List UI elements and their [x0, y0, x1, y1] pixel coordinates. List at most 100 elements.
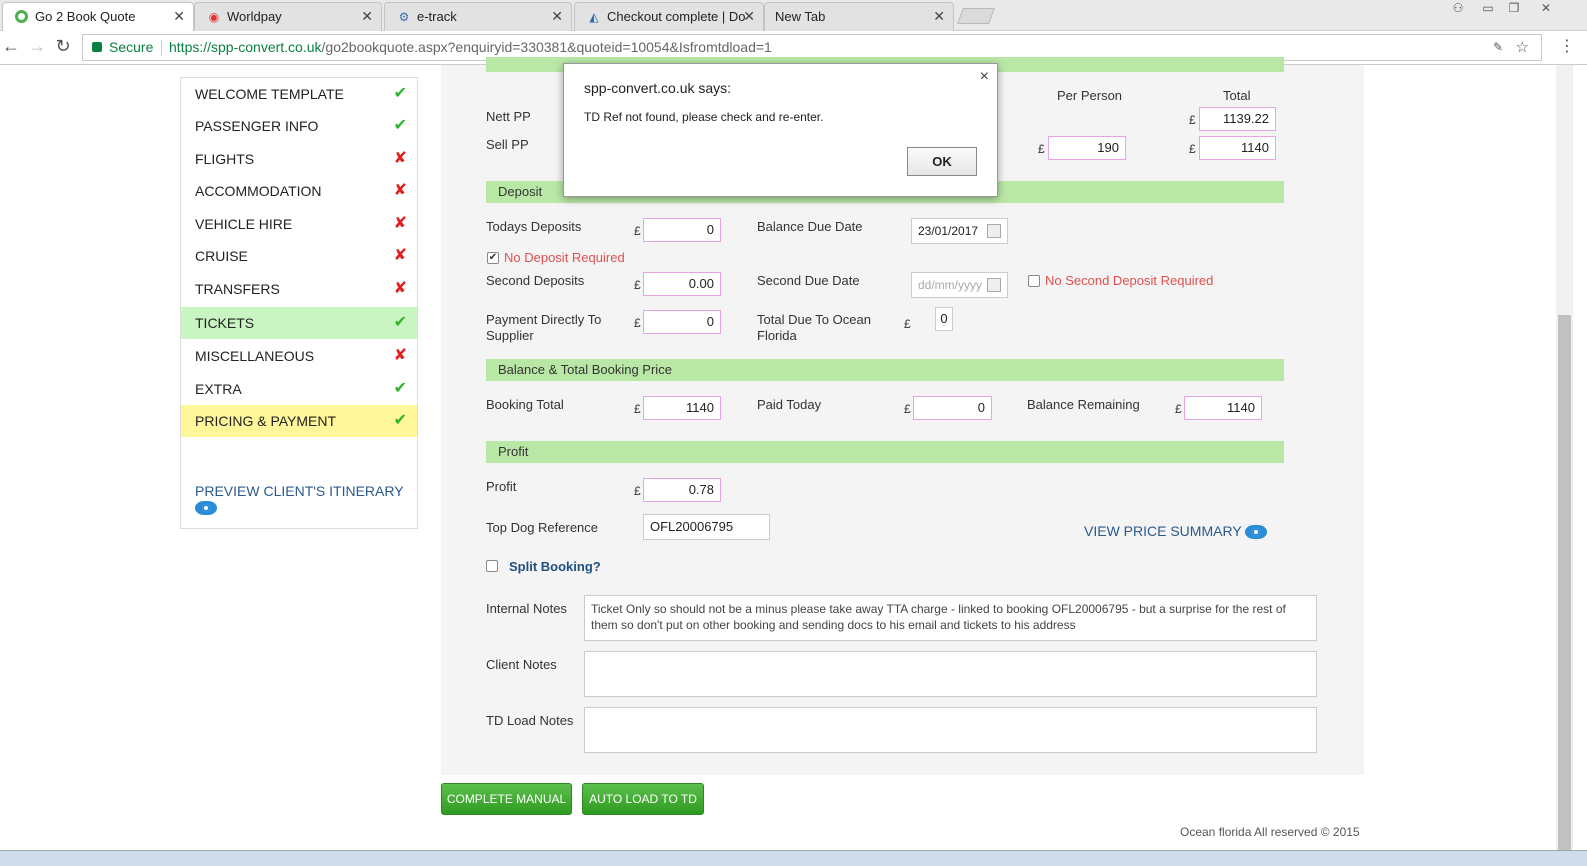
browser-tab-bar: Go 2 Book Quote ✕ ◉ Worldpay ✕ ⚙ e-track… — [0, 0, 1587, 32]
total-due-value: 0 — [935, 307, 953, 331]
no-second-deposit-checkbox[interactable] — [1028, 275, 1040, 287]
no-second-deposit-label: No Second Deposit Required — [1045, 273, 1214, 288]
currency-symbol: £ — [1175, 402, 1182, 416]
booking-total-label: Booking Total — [486, 397, 564, 412]
profit-input[interactable]: 0.78 — [643, 478, 721, 502]
td-load-notes-label: TD Load Notes — [486, 713, 574, 728]
cross-icon: ✘ — [393, 215, 407, 232]
tab-checkout[interactable]: ◭ Checkout complete | Do ✕ — [574, 2, 764, 31]
close-tab-icon[interactable]: ✕ — [743, 3, 755, 30]
close-tab-icon[interactable]: ✕ — [551, 3, 563, 30]
booking-total-input[interactable]: 1140 — [643, 396, 721, 420]
view-price-summary-label: VIEW PRICE SUMMARY — [1084, 523, 1242, 539]
currency-symbol: £ — [1189, 142, 1196, 156]
paid-today-input[interactable]: 0 — [913, 396, 992, 420]
sidebar-item-welcome-template[interactable]: WELCOME TEMPLATE ✔ — [181, 78, 417, 110]
sidebar-item-passenger-info[interactable]: PASSENGER INFO ✔ — [181, 110, 417, 142]
sidebar-item-flights[interactable]: FLIGHTS ✘ — [181, 143, 417, 175]
nett-total-input[interactable]: 1139.22 — [1199, 107, 1276, 131]
sidebar-item-vehicle-hire[interactable]: VEHICLE HIRE ✘ — [181, 208, 417, 240]
second-deposits-input[interactable]: 0.00 — [643, 272, 721, 296]
currency-symbol: £ — [634, 278, 641, 292]
calendar-icon[interactable] — [987, 278, 1001, 292]
no-deposit-label: No Deposit Required — [504, 250, 625, 265]
cross-icon: ✘ — [393, 247, 407, 264]
url-path: /go2bookquote.aspx?enquiryid=330381&quot… — [321, 39, 772, 55]
bookmark-star-icon[interactable]: ☆ — [1516, 35, 1529, 60]
close-tab-icon[interactable]: ✕ — [361, 3, 373, 30]
sell-total-input[interactable]: 1140 — [1199, 136, 1276, 160]
todays-deposits-input[interactable]: 0 — [643, 218, 721, 242]
td-load-notes-textarea[interactable] — [584, 707, 1317, 753]
sidebar-item-label: ACCOMMODATION — [195, 183, 322, 199]
cross-icon: ✘ — [393, 150, 407, 167]
ok-button[interactable]: OK — [907, 147, 977, 176]
calendar-icon[interactable] — [987, 224, 1001, 238]
close-tab-icon[interactable]: ✕ — [933, 3, 945, 30]
tab-etrack[interactable]: ⚙ e-track ✕ — [384, 2, 572, 31]
currency-symbol: £ — [634, 402, 641, 416]
sidebar-item-accommodation[interactable]: ACCOMMODATION ✘ — [181, 175, 417, 207]
sell-pp-label: Sell PP — [486, 137, 529, 152]
sidebar-item-label: VEHICLE HIRE — [195, 216, 293, 232]
sidebar-item-tickets[interactable]: TICKETS ✔ — [181, 307, 417, 339]
balance-remaining-input[interactable]: 1140 — [1184, 396, 1262, 420]
client-notes-textarea[interactable] — [584, 651, 1317, 697]
reload-icon[interactable]: ↻ — [52, 36, 74, 57]
tab-go2book[interactable]: Go 2 Book Quote ✕ — [2, 2, 194, 32]
check-icon: ✔ — [393, 314, 407, 331]
balance-due-date-input[interactable]: 23/01/2017 — [911, 218, 1008, 244]
tab-new[interactable]: New Tab ✕ — [764, 2, 954, 31]
eye-icon — [1245, 525, 1268, 540]
no-deposit-checkbox[interactable]: ✔ — [487, 252, 499, 264]
key-icon[interactable]: ✎ — [1493, 35, 1503, 60]
sidebar-item-label: CRUISE — [195, 248, 248, 264]
payment-direct-label-2: Supplier — [486, 328, 534, 343]
currency-symbol: £ — [634, 484, 641, 498]
balance-heading: Balance & Total Booking Price — [486, 359, 1284, 381]
alert-dialog: spp-convert.co.uk says: × TD Ref not fou… — [563, 63, 998, 197]
internal-notes-label: Internal Notes — [486, 601, 567, 616]
preview-itinerary-link[interactable]: PREVIEW CLIENT'S ITINERARY — [195, 483, 417, 516]
restore-icon[interactable]: ❐ — [1502, 0, 1526, 18]
tab-title: e-track — [417, 9, 457, 24]
close-icon[interactable]: × — [980, 68, 989, 86]
second-deposits-label: Second Deposits — [486, 273, 585, 288]
paid-today-label: Paid Today — [757, 397, 822, 412]
scrollbar-thumb[interactable] — [1558, 315, 1571, 850]
sidebar-item-label: MISCELLANEOUS — [195, 348, 315, 364]
sidebar-item-transfers[interactable]: TRANSFERS ✘ — [181, 273, 417, 305]
sidebar-item-miscellaneous[interactable]: MISCELLANEOUS ✘ — [181, 340, 417, 372]
sell-pp-input[interactable]: 190 — [1048, 136, 1126, 160]
minimize-icon[interactable]: ▭ — [1476, 0, 1500, 18]
menu-icon[interactable]: ⋮ — [1559, 36, 1575, 56]
url-host: https://spp-convert.co.uk — [169, 39, 322, 55]
etrack-icon: ⚙ — [398, 10, 410, 24]
currency-symbol: £ — [1038, 142, 1045, 156]
new-tab-button[interactable] — [957, 8, 995, 24]
td-reference-input[interactable]: OFL20006795 — [643, 514, 770, 540]
sidebar-item-extra[interactable]: EXTRA ✔ — [181, 373, 417, 405]
auto-load-to-td-button[interactable]: AUTO LOAD TO TD — [582, 783, 704, 815]
view-price-summary-link[interactable]: VIEW PRICE SUMMARY — [1084, 523, 1268, 540]
close-tab-icon[interactable]: ✕ — [173, 3, 185, 30]
tab-worldpay[interactable]: ◉ Worldpay ✕ — [194, 2, 382, 31]
currency-symbol: £ — [904, 317, 911, 331]
second-due-date-input[interactable]: dd/mm/yyyy — [911, 272, 1008, 298]
close-window-icon[interactable]: ✕ — [1534, 0, 1558, 18]
forward-icon[interactable]: → — [26, 36, 48, 57]
balance-remaining-label: Balance Remaining — [1027, 397, 1140, 412]
user-icon[interactable]: ⚇ — [1446, 0, 1470, 18]
split-booking-checkbox[interactable] — [486, 560, 498, 572]
back-icon[interactable]: ← — [0, 36, 22, 57]
complete-manual-button[interactable]: COMPLETE MANUAL — [441, 783, 572, 815]
eye-icon — [195, 501, 217, 516]
tab-title: New Tab — [775, 9, 826, 24]
sidebar-item-cruise[interactable]: CRUISE ✘ — [181, 240, 417, 272]
sidebar-item-pricing-payment[interactable]: PRICING & PAYMENT ✔ — [181, 405, 417, 437]
internal-notes-textarea[interactable]: Ticket Only so should not be a minus ple… — [584, 595, 1317, 641]
payment-direct-input[interactable]: 0 — [643, 310, 721, 334]
cross-icon: ✘ — [393, 280, 407, 297]
profit-heading: Profit — [486, 441, 1284, 463]
currency-symbol: £ — [904, 402, 911, 416]
